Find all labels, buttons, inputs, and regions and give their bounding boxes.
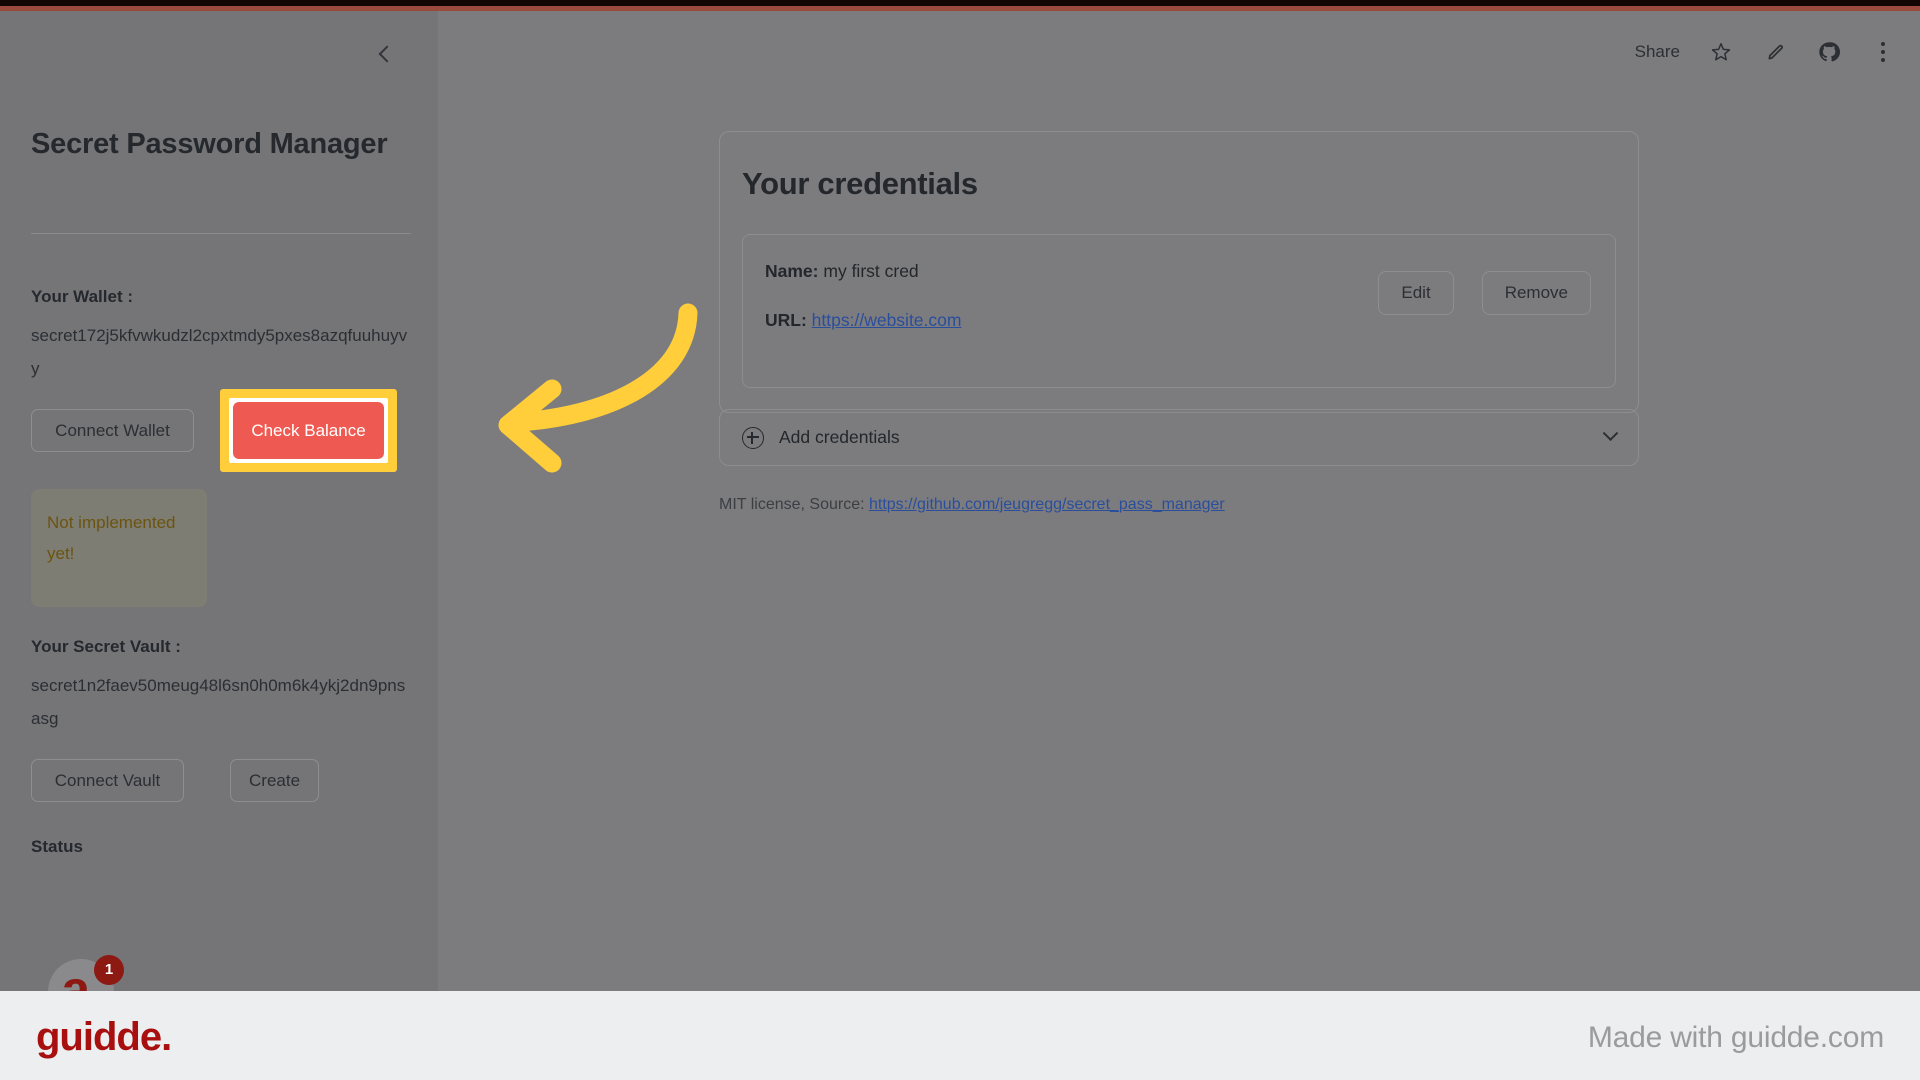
remove-credential-button[interactable]: Remove [1481,271,1591,315]
not-implemented-alert: Not implemented yet! [31,489,207,607]
wallet-address: secret172j5kfvwkudzl2cpxtmdy5pxes8azqfuu… [31,326,408,378]
vault-address: secret1n2faev50meug48l6sn0h0m6k4ykj2dn9p… [31,676,406,728]
source-repo-link[interactable]: https://github.com/jeugregg/secret_pass_… [869,496,1225,513]
license-prefix: MIT license, Source: [719,496,869,513]
share-button[interactable]: Share [1635,42,1680,62]
made-with-guidde-text: Made with guidde.com [1587,1021,1884,1054]
credentials-panel-title: Your credentials [742,166,978,201]
credentials-panel: Your credentials Name: my first cred URL… [719,131,1639,413]
credential-card: Name: my first cred URL: https://website… [742,234,1616,388]
annotation-arrow [498,303,698,473]
pencil-icon[interactable] [1762,39,1788,65]
wallet-label: Your Wallet : [31,287,133,306]
connect-wallet-button[interactable]: Connect Wallet [31,409,194,452]
sidebar-divider [31,233,411,234]
guidde-logo: guidde. [36,1015,172,1059]
credential-name-value: my first cred [823,261,919,281]
status-label: Status [31,837,83,856]
check-balance-highlight: Check Balance [220,389,397,472]
credential-name-label: Name: [765,261,819,281]
avatar-badge: 1 [94,955,124,985]
add-credentials-label: Add credentials [779,427,900,447]
chevron-left-icon [378,45,396,63]
plus-circle-icon [742,426,764,449]
connect-vault-button[interactable]: Connect Vault [31,759,184,802]
sidebar-collapse-button[interactable] [368,37,402,71]
github-icon[interactable] [1816,39,1842,65]
top-toolbar: Share [1635,39,1896,65]
credential-actions: Edit Remove [1378,271,1591,315]
chevron-down-icon[interactable] [1602,425,1619,442]
edit-credential-button[interactable]: Edit [1378,271,1454,315]
sidebar: Secret Password Manager Your Wallet : se… [0,11,438,1025]
create-vault-button[interactable]: Create [230,759,319,802]
vault-label: Your Secret Vault : [31,637,181,656]
credential-url-label: URL: [765,310,807,330]
guidde-footer: guidde. Made with guidde.com [0,991,1920,1080]
kebab-menu-icon[interactable] [1870,39,1896,65]
license-note: MIT license, Source: https://github.com/… [719,496,1225,514]
screen-root: Share Secret Password Manager Your Walle… [0,0,1920,1080]
check-balance-button[interactable]: Check Balance [233,402,384,459]
star-icon[interactable] [1708,39,1734,65]
page-title: Secret Password Manager [31,128,388,160]
app-viewport: Share Secret Password Manager Your Walle… [0,11,1920,1025]
add-credentials-row[interactable]: Add credentials [719,409,1639,466]
credential-url-link[interactable]: https://website.com [812,310,962,330]
check-balance-highlight-inner: Check Balance [229,398,388,463]
